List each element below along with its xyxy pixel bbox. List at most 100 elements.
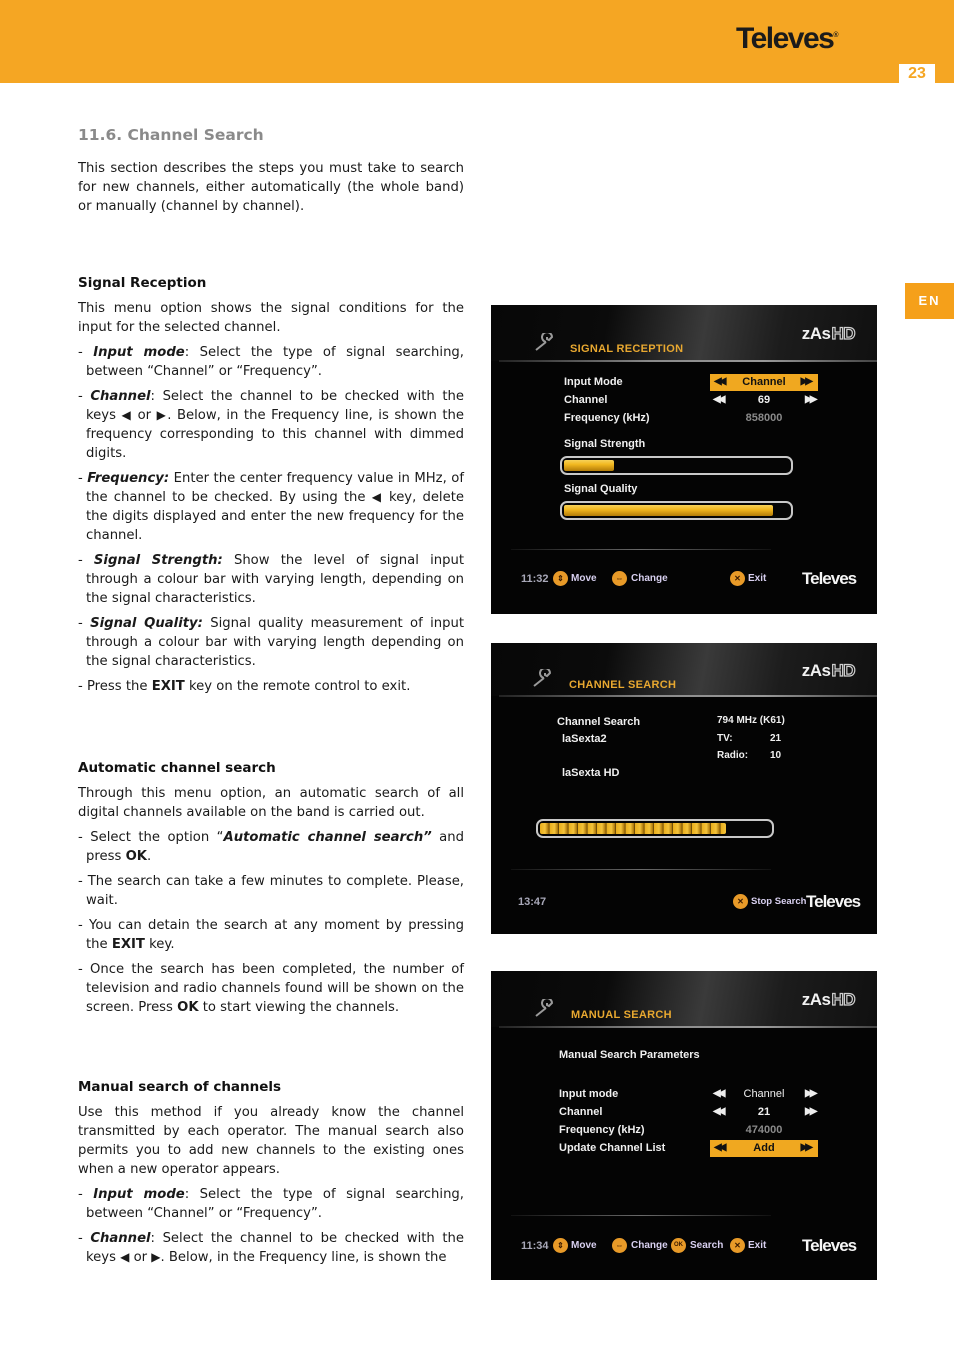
input-mode-label: Input Mode	[564, 376, 623, 388]
exit-button-icon: ✕	[730, 1238, 745, 1253]
automatic-search-intro: Through this menu option, an automatic s…	[78, 786, 464, 820]
input-mode-selector[interactable]: ◀◀ Channel ▶▶	[710, 374, 818, 391]
leftright-button-icon: ⇔	[612, 1238, 627, 1253]
updown-button-icon: ⇕	[553, 571, 568, 586]
frequency-value: 858000	[745, 412, 783, 424]
bullet-input-mode: - Input mode: Select the type of signal …	[78, 345, 464, 379]
change-hint: Change	[631, 1240, 668, 1251]
channel-value: 21	[757, 1106, 771, 1118]
forward-icon[interactable]: ▶▶	[801, 1142, 814, 1153]
header-divider	[499, 695, 877, 697]
signal-strength-label: Signal Strength	[564, 438, 646, 450]
automatic-search-heading: Automatic channel search	[78, 760, 276, 776]
move-hint: Move	[571, 1240, 597, 1251]
header-divider	[499, 360, 877, 362]
change-hint: Change	[631, 573, 668, 584]
bullet-input-mode: - Input mode: Select the type of signal …	[78, 1187, 464, 1221]
input-mode-value: Channel	[743, 1088, 785, 1100]
forward-icon[interactable]: ▶▶	[805, 1106, 818, 1117]
clock: 11:34	[521, 1240, 549, 1252]
exit-button-icon: ✕	[730, 571, 745, 586]
signal-reception-heading: Signal Reception	[78, 275, 207, 291]
screen-manual-search: MANUAL SEARCH zAsHD Manual Search Parame…	[491, 971, 877, 1280]
frequency-label: Frequency (kHz)	[559, 1124, 645, 1136]
signal-quality-fill	[564, 505, 774, 516]
bullet-exit: - Press the EXIT key on the remote contr…	[78, 679, 411, 694]
search-status-label: Channel Search	[557, 716, 641, 728]
channel-value: 69	[757, 394, 771, 406]
frequency-label: Frequency (kHz)	[564, 412, 650, 424]
stop-button-icon: ✕	[733, 894, 748, 909]
bullet-completed: - Once the search has been completed, th…	[78, 962, 464, 1015]
forward-icon[interactable]: ▶▶	[805, 1088, 818, 1099]
signal-strength-fill	[564, 460, 614, 471]
section-title: 11.6. Channel Search	[78, 126, 264, 144]
search-hint: Search	[690, 1240, 724, 1251]
forward-icon[interactable]: ▶▶	[801, 376, 814, 387]
header-divider	[499, 1026, 877, 1028]
exit-hint: Exit	[748, 573, 767, 584]
tv-count: 21	[770, 733, 782, 744]
televes-logo: Televes	[806, 892, 861, 911]
radio-count-label: Radio:	[717, 750, 749, 761]
current-frequency: 794 MHz (K61)	[717, 715, 785, 726]
wrench-icon	[533, 669, 552, 687]
update-list-label: Update Channel List	[559, 1142, 666, 1154]
screen-title: MANUAL SEARCH	[571, 1009, 672, 1021]
televes-logo: Televes	[802, 569, 857, 588]
channel-label: Channel	[564, 394, 608, 406]
bullet-channel: - Channel: Select the channel to be chec…	[78, 389, 464, 461]
signal-quality-bar	[560, 501, 793, 520]
left-key-icon: ◀	[121, 408, 133, 422]
footer-divider	[511, 869, 771, 870]
updown-button-icon: ⇕	[553, 1238, 568, 1253]
signal-reception-intro: This menu option shows the signal condit…	[78, 301, 464, 335]
input-mode-label: Input mode	[559, 1088, 619, 1100]
params-heading: Manual Search Parameters	[559, 1049, 700, 1061]
exit-hint: Exit	[748, 1240, 767, 1251]
section-intro: This section describes the steps you mus…	[78, 161, 464, 214]
manual-search-body: Use this method if you already know the …	[78, 1103, 464, 1267]
zas-hd-logo: zAsHD	[801, 323, 856, 343]
wrench-icon	[535, 999, 554, 1017]
zas-hd-logo: zAsHD	[801, 989, 856, 1009]
ok-button-icon: OK	[671, 1238, 686, 1253]
screen-channel-search: CHANNEL SEARCH zAsHD Channel Search laSe…	[491, 643, 877, 934]
clock: 11:32	[521, 573, 549, 585]
signal-reception-body: This menu option shows the signal condit…	[78, 299, 464, 696]
found-channel: laSexta HD	[562, 767, 620, 779]
clock: 13:47	[518, 896, 547, 908]
signal-strength-bar	[560, 456, 793, 475]
tv-count-label: TV:	[717, 733, 733, 744]
search-progress-bar	[536, 819, 774, 838]
wrench-icon	[535, 333, 554, 351]
manual-search-heading: Manual search of channels	[78, 1079, 282, 1095]
televes-logo: Televes®	[736, 22, 839, 55]
televes-logo: Televes	[802, 1236, 857, 1255]
leftright-button-icon: ⇔	[612, 571, 627, 586]
zas-hd-logo: zAsHD	[801, 660, 856, 680]
left-key-icon: ◀	[371, 490, 383, 504]
bullet-signal-quality: - Signal Quality: Signal quality measure…	[78, 616, 465, 669]
radio-count: 10	[770, 750, 782, 761]
right-key-icon: ▶	[156, 408, 168, 422]
search-progress-fill	[540, 823, 727, 834]
automatic-search-body: Through this menu option, an automatic s…	[78, 784, 464, 1017]
bullet-wait: - The search can take a few minutes to c…	[78, 874, 464, 908]
signal-quality-label: Signal Quality	[564, 483, 638, 495]
screen-title: SIGNAL RECEPTION	[570, 343, 684, 355]
bullet-channel: - Channel: Select the channel to be chec…	[78, 1231, 464, 1265]
footer-divider	[511, 1215, 771, 1216]
found-channel: laSexta2	[562, 733, 607, 745]
language-tab: EN	[905, 283, 954, 319]
footer-divider	[511, 549, 771, 550]
forward-icon[interactable]: ▶▶	[805, 394, 818, 405]
right-key-icon: ▶	[151, 1250, 161, 1264]
bullet-detain: - You can detain the search at any momen…	[78, 918, 464, 952]
bullet-signal-strength: - Signal Strength: Show the level of sig…	[78, 553, 464, 606]
channel-label: Channel	[559, 1106, 603, 1118]
page-number: 23	[899, 64, 935, 84]
update-list-selector[interactable]: ◀◀ Add ▶▶	[710, 1140, 818, 1157]
stop-search-hint: Stop Search	[751, 896, 807, 907]
manual-search-intro: Use this method if you already know the …	[78, 1105, 464, 1177]
